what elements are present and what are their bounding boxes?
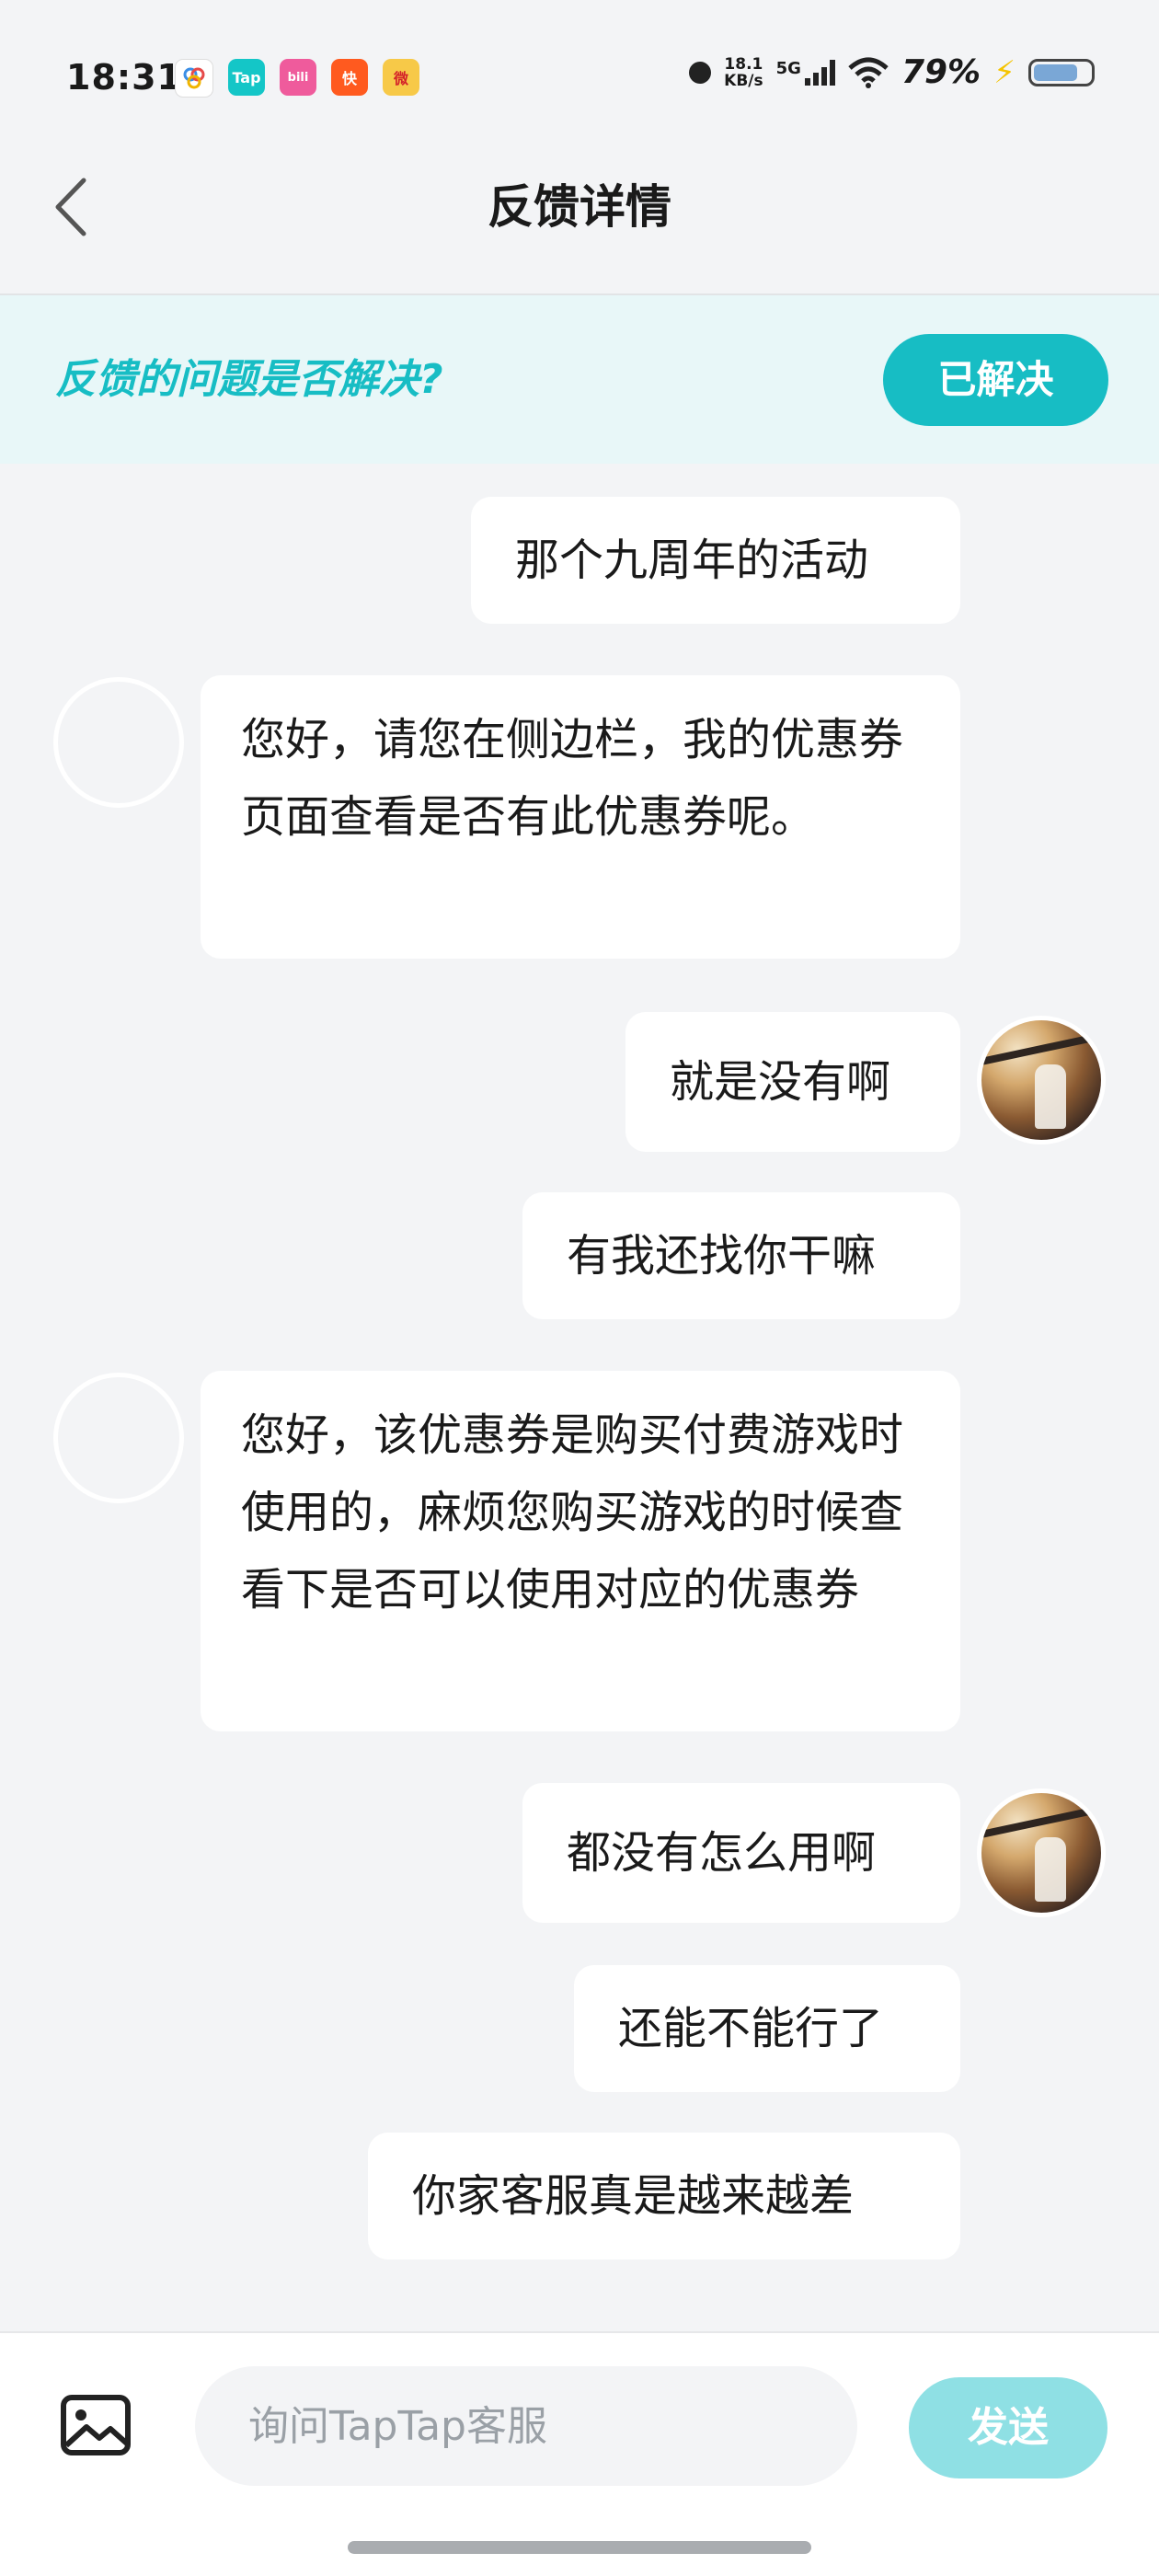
agent-avatar[interactable] bbox=[53, 1373, 184, 1503]
resolution-question: 反馈的问题是否解决? bbox=[55, 356, 443, 403]
bilibili-app-icon: bili bbox=[280, 59, 316, 96]
battery-level bbox=[1034, 63, 1078, 81]
status-indicators: 18.1 KB/s 5G 79% ⚡ bbox=[689, 53, 1095, 91]
wifi-icon bbox=[848, 57, 889, 88]
alarm-icon bbox=[689, 61, 712, 84]
resolved-button[interactable]: 已解决 bbox=[883, 334, 1108, 426]
battery-icon bbox=[1028, 58, 1095, 86]
battery-percent: 79% bbox=[901, 53, 981, 91]
home-indicator[interactable] bbox=[348, 2541, 811, 2554]
user-message[interactable]: 那个九周年的活动 bbox=[471, 497, 960, 624]
multi-circle-app-icon bbox=[175, 59, 213, 98]
kuaishou-app-icon: 快 bbox=[331, 59, 368, 96]
agent-message[interactable]: 您好，该优惠券是购买付费游戏时使用的，麻烦您购买游戏的时候查看下是否可以使用对应… bbox=[201, 1371, 960, 1731]
notification-app-icons: Tap bili 快 微 bbox=[175, 59, 419, 98]
resolution-banner: 反馈的问题是否解决? 已解决 bbox=[0, 295, 1159, 464]
send-button[interactable]: 发送 bbox=[909, 2377, 1107, 2478]
status-bar: 18:31 Tap bili 快 微 18.1 KB/s 5G 79% ⚡ bbox=[0, 0, 1159, 156]
message-input[interactable] bbox=[195, 2366, 857, 2486]
agent-avatar[interactable] bbox=[53, 677, 184, 808]
taptap-app-icon: Tap bbox=[228, 59, 265, 96]
image-icon bbox=[61, 2395, 131, 2455]
user-avatar[interactable] bbox=[977, 1788, 1106, 1917]
user-message[interactable]: 你家客服真是越来越差 bbox=[368, 2133, 960, 2260]
user-avatar[interactable] bbox=[977, 1016, 1106, 1144]
network-type: 5G bbox=[775, 58, 801, 78]
network-speed: 18.1 KB/s bbox=[724, 54, 763, 90]
agent-message[interactable]: 您好，请您在侧边栏，我的优惠券页面查看是否有此优惠券呢。 bbox=[201, 675, 960, 959]
user-message[interactable]: 有我还找你干嘛 bbox=[522, 1192, 960, 1319]
input-bar: 发送 bbox=[0, 2331, 1159, 2576]
weibo-app-icon: 微 bbox=[383, 59, 419, 96]
image-upload-button[interactable] bbox=[59, 2388, 132, 2462]
charging-icon: ⚡ bbox=[993, 53, 1016, 91]
page-title: 反馈详情 bbox=[488, 180, 671, 234]
user-message[interactable]: 就是没有啊 bbox=[625, 1012, 960, 1152]
user-message[interactable]: 都没有怎么用啊 bbox=[522, 1783, 960, 1923]
status-time: 18:31 bbox=[66, 57, 182, 98]
cellular-signal: 5G bbox=[775, 58, 835, 86]
user-message[interactable]: 还能不能行了 bbox=[574, 1965, 960, 2092]
signal-bars-icon bbox=[804, 59, 835, 86]
